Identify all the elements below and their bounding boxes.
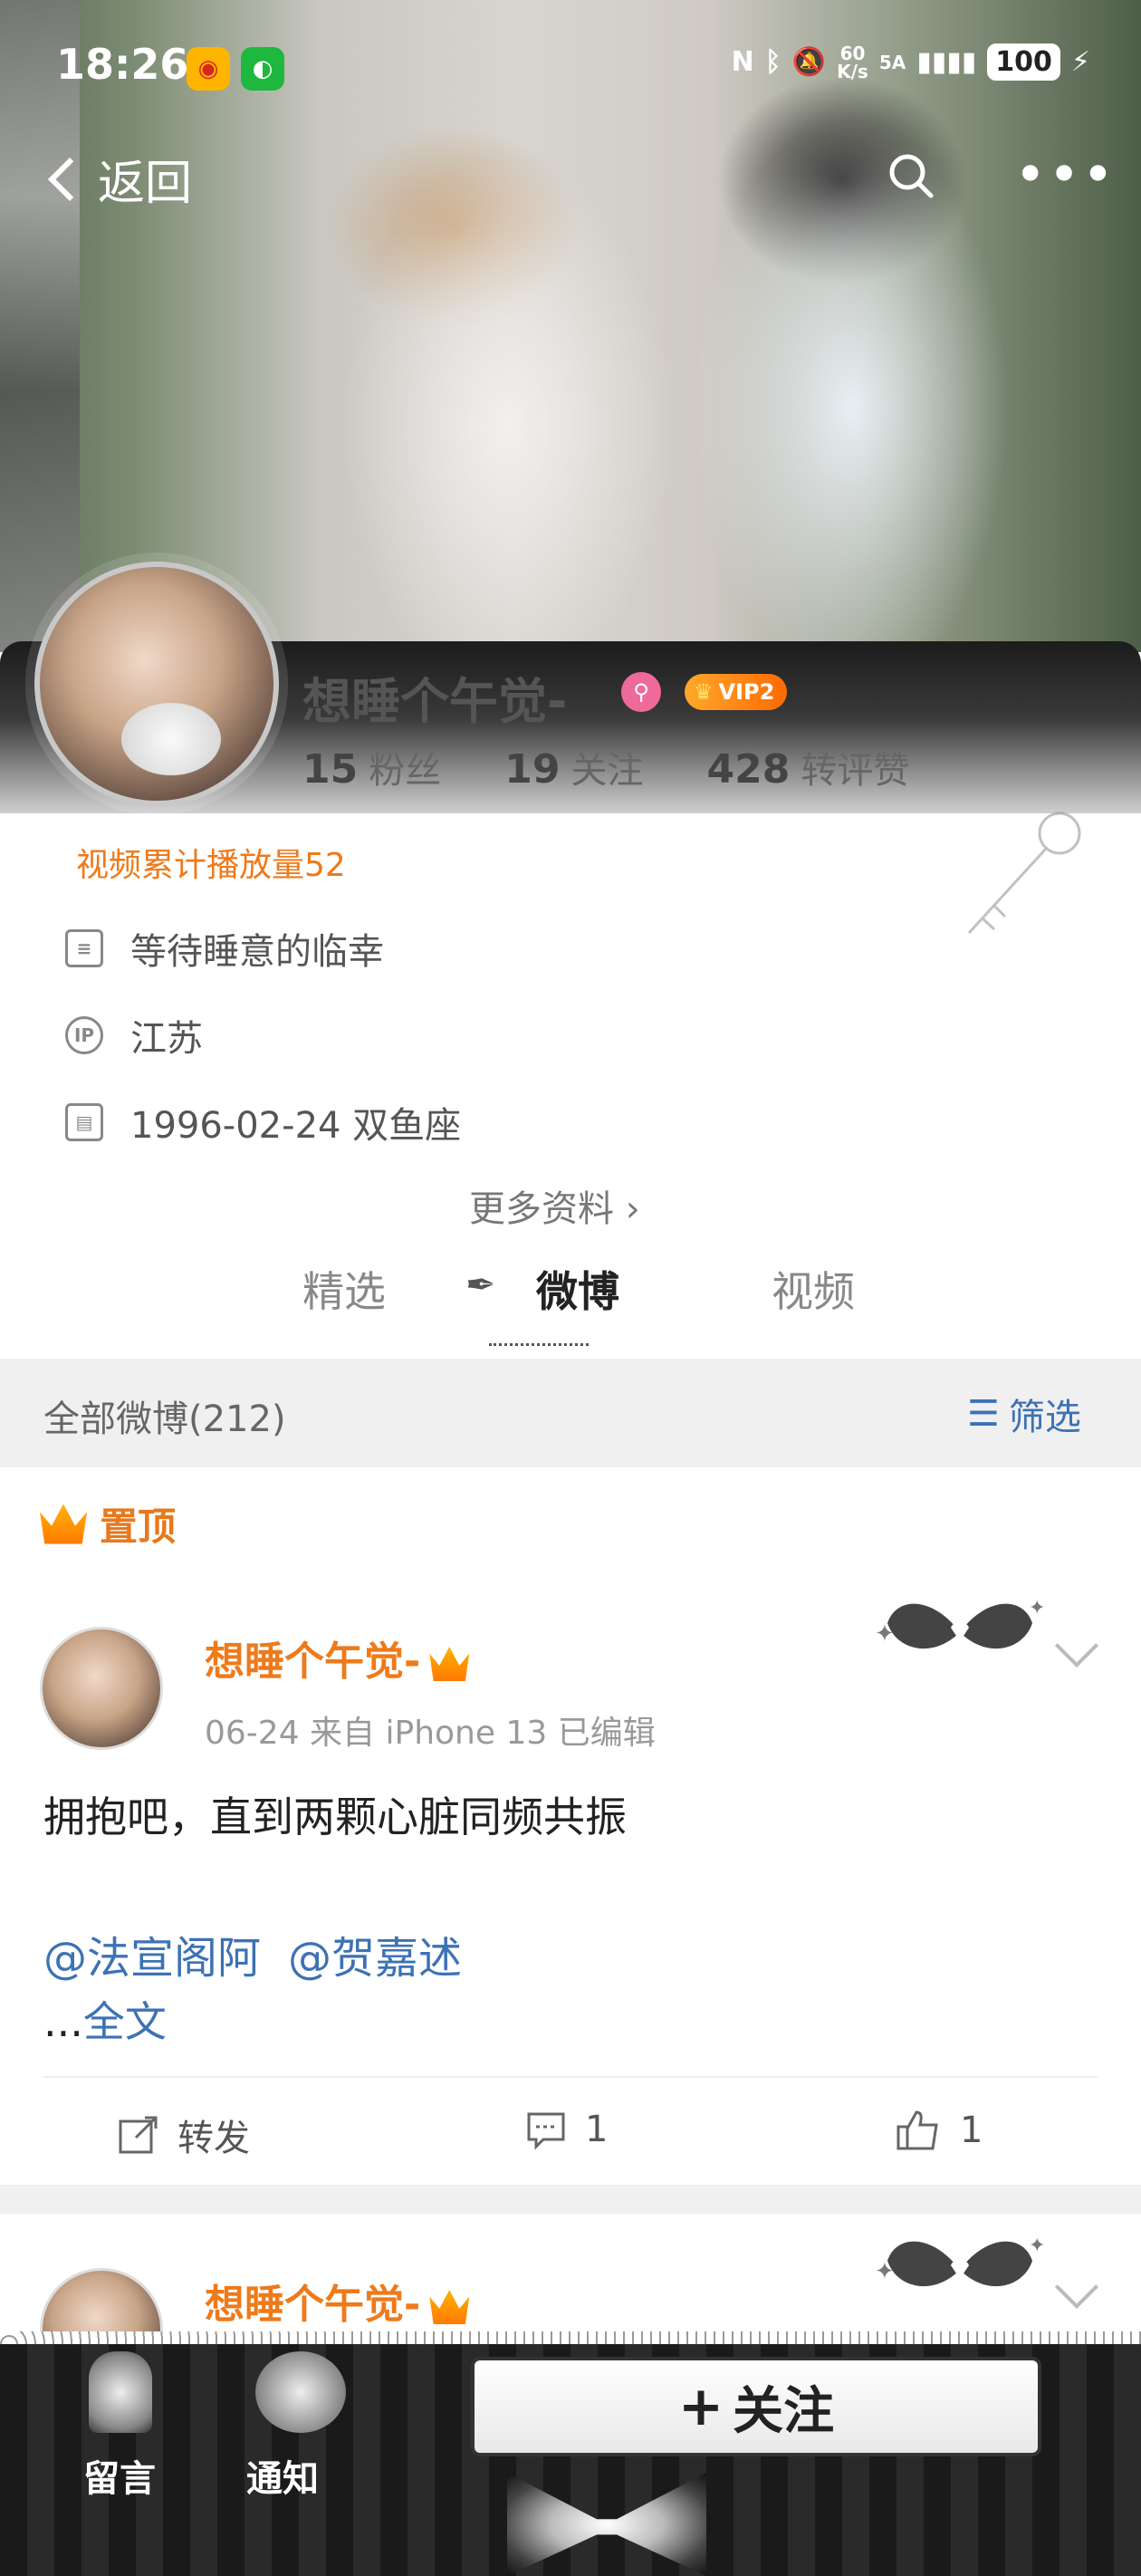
- search-icon[interactable]: [886, 150, 936, 201]
- status-time: 18:26: [56, 40, 189, 89]
- share-icon: [119, 2116, 158, 2154]
- followers-stat[interactable]: 15 粉丝: [302, 741, 441, 793]
- crown-icon: [429, 1647, 470, 1681]
- likes-stat[interactable]: 428 转评赞: [706, 741, 909, 793]
- filter-button[interactable]: ☰ 筛选: [967, 1388, 1081, 1440]
- post-mentions: @法宣阁阿 @贺嘉述: [43, 1922, 462, 1985]
- location-text: 江苏: [130, 1018, 203, 1060]
- crown-icon: ♛: [694, 679, 714, 705]
- pinned-label: 置顶: [40, 1496, 176, 1552]
- more-options-icon[interactable]: •••: [1014, 148, 1116, 202]
- tab-weibo[interactable]: 微博: [536, 1259, 619, 1319]
- chevron-down-icon[interactable]: [1054, 1623, 1099, 1668]
- post-divider: [43, 2076, 1098, 2078]
- ip-icon: IP: [65, 1016, 103, 1054]
- post-avatar[interactable]: [40, 1627, 163, 1750]
- svg-text:✦: ✦: [875, 1620, 895, 1648]
- comment-button[interactable]: 1: [525, 2109, 608, 2150]
- birthday-line: ▤ 1996-02-24 双鱼座: [65, 1096, 461, 1149]
- weibo-app-icon: ◉: [187, 47, 230, 91]
- notify-button[interactable]: 通知: [246, 2449, 319, 2502]
- charging-icon: ⚡: [1070, 46, 1090, 78]
- avatar[interactable]: [34, 562, 279, 806]
- full-text-link[interactable]: ...全文: [43, 1989, 167, 2049]
- more-info-link[interactable]: 更多资料 ›: [469, 1179, 640, 1232]
- tab-featured[interactable]: 精选: [302, 1259, 386, 1319]
- post-meta: 06-24 来自 iPhone 13 已编辑: [205, 1715, 656, 1752]
- plus-icon: +: [677, 2375, 724, 2438]
- vip-badge[interactable]: ♛ VIP2: [685, 674, 788, 710]
- post-author[interactable]: 想睡个午觉-: [205, 1629, 470, 1687]
- post-count-label: 全部微博(212): [43, 1399, 286, 1440]
- birthday-text: 1996-02-24 双鱼座: [130, 1105, 462, 1147]
- network-type: 5A: [878, 51, 906, 73]
- message-icon: [89, 2351, 152, 2433]
- crown-icon: [40, 1504, 87, 1544]
- avatar-cat-decoration: [121, 703, 221, 775]
- key-decoration-icon: [967, 812, 1081, 935]
- profile-name: 想睡个午觉-: [302, 673, 568, 730]
- post-actions: 转发 1 1: [0, 2103, 1141, 2167]
- post-separator: [0, 2185, 1141, 2214]
- repost-button[interactable]: 转发: [118, 2109, 250, 2161]
- active-tab-indicator: [489, 1328, 589, 1346]
- document-icon: ≡: [65, 929, 103, 967]
- butterfly-decoration-icon: ✦ ✦: [875, 1597, 1045, 1649]
- calendar-icon: ▤: [65, 1103, 103, 1141]
- video-play-count: 视频累计播放量52: [76, 847, 346, 884]
- verified-badge-icon[interactable]: ⚲: [621, 672, 661, 712]
- profile-stats: 15 粉丝 19 关注 428 转评赞: [302, 741, 909, 793]
- bio-line: ≡ 等待睡意的临幸: [65, 922, 384, 975]
- bluetooth-icon: ᛒ: [764, 46, 781, 78]
- lace-decoration: [0, 2331, 1141, 2344]
- svg-text:✦: ✦: [1029, 1597, 1045, 1620]
- network-speed: 60 K/s: [837, 42, 868, 82]
- signal-icon: ▮▮▮▮: [916, 46, 977, 78]
- status-bar: 18:26 ◉ ◐ N ᛒ 🔕 60 K/s 5A ▮▮▮▮ 100 ⚡: [0, 0, 1141, 136]
- wechat-app-icon: ◐: [241, 47, 284, 91]
- back-label: 返回: [98, 157, 193, 211]
- filter-icon: ☰: [967, 1393, 1000, 1435]
- chevron-down-icon[interactable]: [1054, 2264, 1099, 2310]
- follow-button[interactable]: + 关注: [471, 2357, 1041, 2456]
- system-icons: N ᛒ 🔕 60 K/s 5A ▮▮▮▮ 100 ⚡: [732, 43, 1090, 81]
- nfc-icon: N: [731, 46, 754, 78]
- post-list-header: 全部微博(212) ☰ 筛选: [0, 1359, 1141, 1467]
- back-button[interactable]: 返回: [36, 145, 192, 213]
- svg-text:✦: ✦: [875, 2258, 895, 2285]
- battery-indicator: 100: [987, 43, 1060, 81]
- location-line: IP 江苏: [65, 1009, 203, 1062]
- following-stat[interactable]: 19 关注: [504, 741, 643, 793]
- tab-video[interactable]: 视频: [772, 1259, 855, 1319]
- mention-link[interactable]: @贺嘉述: [288, 1922, 462, 1985]
- like-button[interactable]: 1: [895, 2109, 983, 2152]
- svg-text:✦: ✦: [1029, 2235, 1045, 2257]
- butterfly-decoration-icon: ✦ ✦: [875, 2235, 1045, 2287]
- post-author[interactable]: 想睡个午觉-: [205, 2272, 470, 2330]
- crown-icon: [429, 2290, 470, 2324]
- chevron-left-icon: [47, 157, 92, 201]
- pen-nib-icon: ✒: [465, 1264, 496, 1306]
- mute-icon: 🔕: [791, 46, 827, 78]
- heart-icon: [255, 2351, 346, 2433]
- comment-icon: [527, 2112, 565, 2150]
- thumbs-up-icon: [896, 2110, 938, 2150]
- bio-text: 等待睡意的临幸: [130, 931, 384, 973]
- post-text: 拥抱吧，直到两颗心脏同频共振: [43, 1793, 627, 1841]
- mention-link[interactable]: @法宣阁阿: [43, 1922, 261, 1985]
- message-button[interactable]: 留言: [83, 2449, 156, 2502]
